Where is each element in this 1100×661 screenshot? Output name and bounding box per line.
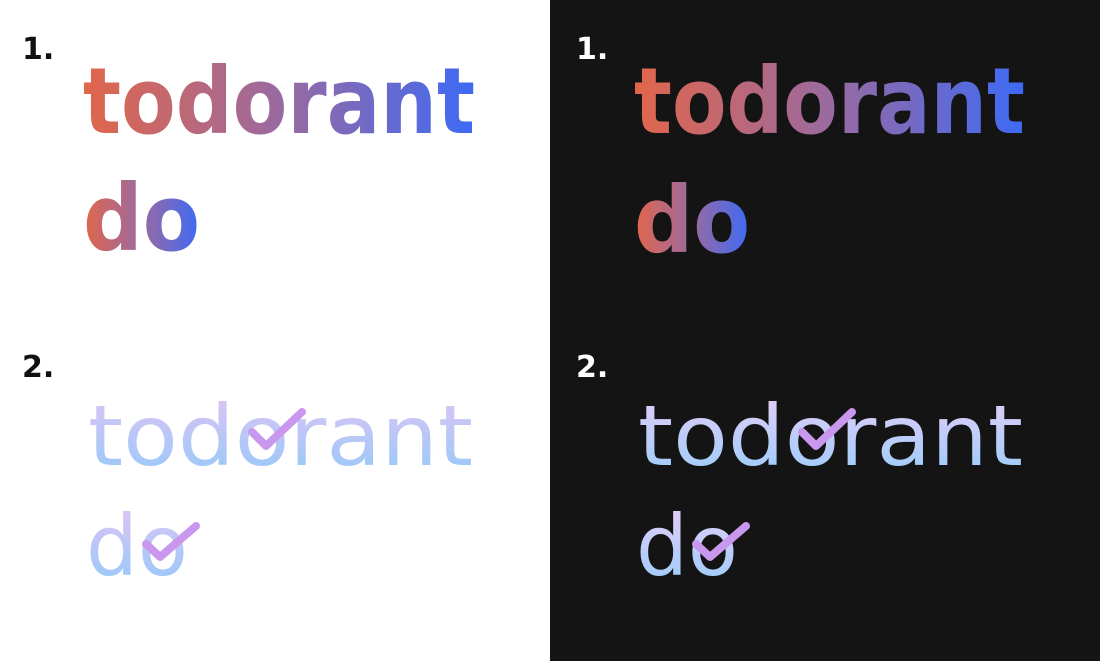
light-panel: 1. 2. todorant do todorant do — [0, 0, 550, 661]
dark-panel: 1. 2. todorant do todorant do — [550, 0, 1100, 661]
logo-variant-2-light: todorant do — [86, 387, 473, 595]
logo-variant-2-dark: todorant do — [636, 387, 1023, 595]
logo-comparison-sheet: 1. 2. todorant do todorant do 1. 2. todo… — [0, 0, 1100, 661]
